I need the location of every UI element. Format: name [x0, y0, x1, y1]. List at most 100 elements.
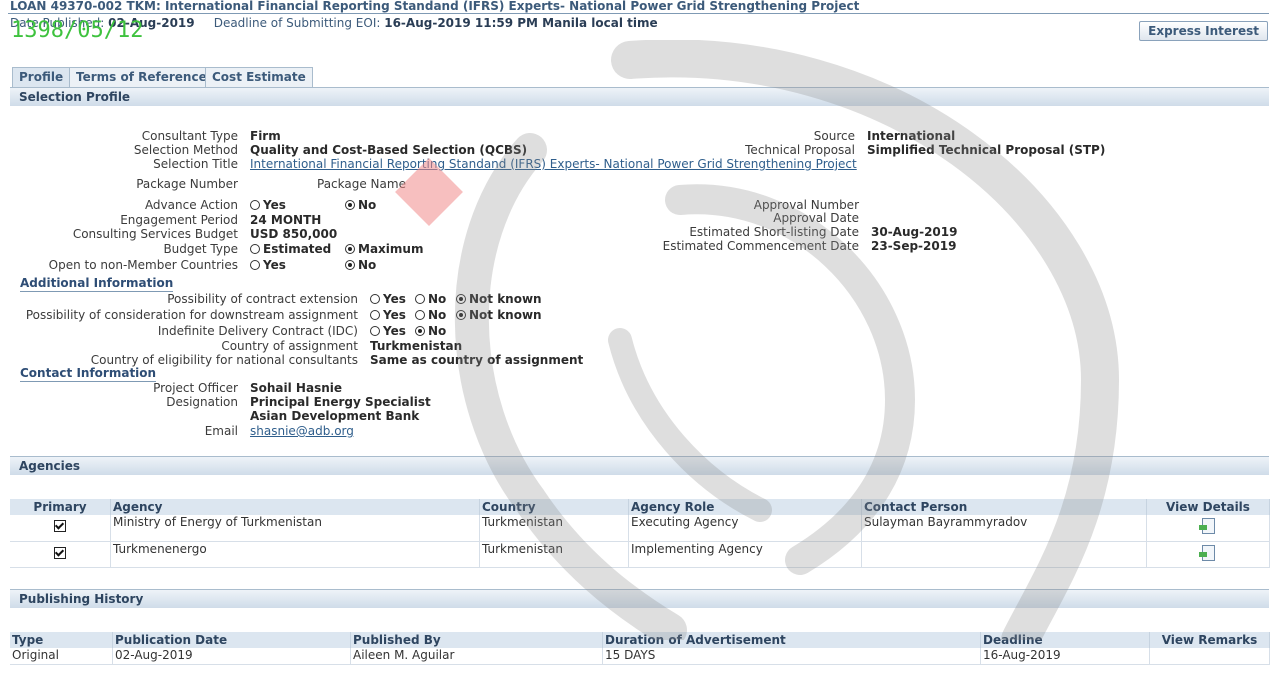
- approval-number-label: Approval Number: [753, 198, 859, 212]
- budget-type-maximum[interactable]: Maximum: [345, 242, 423, 256]
- radio-icon: [370, 293, 380, 304]
- radio-selected-icon: [415, 325, 425, 336]
- published-by-cell: Aileen M. Aguilar: [350, 648, 603, 665]
- table-row: Original 02-Aug-2019 Aileen M. Aguilar 1…: [10, 648, 1270, 665]
- budget-type-label: Budget Type: [163, 242, 238, 256]
- radio-selected-icon: [345, 259, 355, 270]
- open-countries-label: Open to non-Member Countries: [48, 258, 238, 272]
- radio-icon: [250, 259, 260, 270]
- option-label: No: [358, 198, 377, 212]
- view-details-icon[interactable]: [1198, 518, 1215, 535]
- option-label: Not known: [469, 308, 542, 322]
- radio-icon: [370, 325, 380, 336]
- col-view-details: View Details: [1146, 499, 1270, 515]
- view-details-icon[interactable]: [1198, 544, 1215, 561]
- source-value: International: [867, 129, 956, 143]
- engagement-period-label: Engagement Period: [120, 213, 238, 227]
- selection-title-link[interactable]: International Financial Reporting Standa…: [250, 157, 857, 171]
- option-label: Yes: [383, 292, 406, 306]
- col-primary: Primary: [10, 499, 111, 515]
- option-label: Yes: [383, 324, 406, 338]
- option-label: No: [428, 308, 447, 322]
- express-interest-button[interactable]: Express Interest: [1139, 21, 1268, 41]
- tab-terms-of-reference[interactable]: Terms of Reference: [69, 67, 214, 87]
- table-row: Turkmenenergo Turkmenistan Implementing …: [10, 541, 1270, 568]
- open-countries-yes[interactable]: Yes: [250, 258, 286, 272]
- col-deadline: Deadline: [980, 632, 1150, 648]
- package-number-label: Package Number: [136, 177, 238, 191]
- designation-value: Principal Energy Specialist: [250, 395, 431, 409]
- option-label: Yes: [263, 198, 286, 212]
- agency-cell: Turkmenenergo: [110, 541, 480, 568]
- option-label: Not known: [469, 292, 542, 306]
- advance-action-label: Advance Action: [144, 198, 238, 212]
- tab-profile[interactable]: Profile: [12, 67, 71, 87]
- date-stamp: 1398/05/12: [11, 18, 144, 43]
- tab-cost-estimate[interactable]: Cost Estimate: [205, 67, 313, 87]
- extension-yes[interactable]: Yes: [370, 292, 406, 306]
- downstream-label: Possibility of consideration for downstr…: [25, 308, 358, 322]
- agencies-header: Agencies: [10, 456, 1269, 475]
- advance-action-yes[interactable]: Yes: [250, 198, 286, 212]
- selection-profile-header: Selection Profile: [10, 87, 1269, 106]
- selection-title-label: Selection Title: [153, 157, 238, 171]
- shortlisting-date-label: Estimated Short-listing Date: [689, 225, 859, 239]
- role-cell: Executing Agency: [628, 515, 862, 542]
- consultant-type-value: Firm: [250, 129, 281, 143]
- extension-no[interactable]: No: [415, 292, 446, 306]
- type-cell: Original: [10, 648, 113, 665]
- email-link[interactable]: shasnie@adb.org: [250, 424, 354, 438]
- view-remarks-cell: [1149, 648, 1270, 665]
- idc-yes[interactable]: Yes: [370, 324, 406, 338]
- advance-action-no[interactable]: No: [345, 198, 376, 212]
- budget-type-estimated[interactable]: Estimated: [250, 242, 331, 256]
- col-contact-person: Contact Person: [861, 499, 1147, 515]
- organization-value: Asian Development Bank: [250, 409, 420, 423]
- radio-icon: [250, 243, 260, 254]
- table-row: Ministry of Energy of Turkmenistan Turkm…: [10, 515, 1270, 542]
- budget-value: USD 850,000: [250, 227, 338, 241]
- option-label: Maximum: [358, 242, 424, 256]
- technical-proposal-label: Technical Proposal: [745, 143, 855, 157]
- country-assignment-value: Turkmenistan: [370, 339, 463, 353]
- downstream-not-known[interactable]: Not known: [456, 308, 542, 322]
- radio-icon: [415, 309, 425, 320]
- radio-selected-icon: [456, 309, 466, 320]
- selection-method-label: Selection Method: [133, 143, 238, 157]
- radio-selected-icon: [456, 293, 466, 304]
- col-duration: Duration of Advertisement: [602, 632, 981, 648]
- duration-cell: 15 DAYS: [602, 648, 981, 665]
- publication-date-cell: 02-Aug-2019: [112, 648, 351, 665]
- downstream-no[interactable]: No: [415, 308, 446, 322]
- primary-cell: [10, 515, 111, 542]
- contact-cell: [861, 541, 1147, 568]
- agencies-table: Primary Agency Country Agency Role Conta…: [10, 499, 1270, 568]
- deadline-label: Deadline of Submitting EOI:: [213, 16, 381, 30]
- package-name-label: Package Name: [317, 177, 406, 191]
- primary-cell: [10, 541, 111, 568]
- country-cell: Turkmenistan: [479, 515, 629, 542]
- col-country: Country: [479, 499, 629, 515]
- idc-no[interactable]: No: [415, 324, 446, 338]
- eligibility-label: Country of eligibility for national cons…: [90, 353, 358, 367]
- option-label: No: [428, 292, 447, 306]
- radio-selected-icon: [345, 243, 355, 254]
- open-countries-no[interactable]: No: [345, 258, 376, 272]
- checkbox-checked-icon[interactable]: [54, 546, 66, 559]
- extension-not-known[interactable]: Not known: [456, 292, 542, 306]
- budget-label: Consulting Services Budget: [72, 227, 238, 241]
- radio-selected-icon: [345, 199, 355, 210]
- option-label: Yes: [383, 308, 406, 322]
- project-officer-label: Project Officer: [153, 381, 238, 395]
- deadline-cell: 16-Aug-2019: [980, 648, 1150, 665]
- extension-label: Possibility of contract extension: [167, 292, 358, 306]
- page-title: LOAN 49370-002 TKM: International Financ…: [10, 0, 860, 13]
- selection-method-value: Quality and Cost-Based Selection (QCBS): [250, 143, 528, 157]
- col-agency-role: Agency Role: [628, 499, 862, 515]
- radio-icon: [250, 199, 260, 210]
- country-assignment-label: Country of assignment: [221, 339, 358, 353]
- downstream-yes[interactable]: Yes: [370, 308, 406, 322]
- checkbox-checked-icon[interactable]: [54, 520, 66, 533]
- designation-label: Designation: [166, 395, 238, 409]
- option-label: Yes: [263, 258, 286, 272]
